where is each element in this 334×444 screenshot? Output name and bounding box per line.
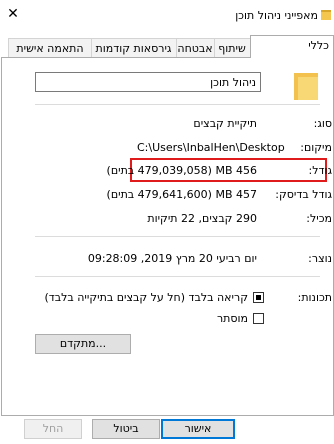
created-value: יום רביעי 20 מרץ 2019, 09:28:09: [87, 252, 257, 265]
tab-strip: שיתוף אבטחה גירסאות קודמות התאמה אישית כ…: [0, 34, 334, 58]
contains-label: מכיל:: [306, 212, 332, 225]
size-on-disk-value: 457 MB (479,641,600 בתים): [106, 188, 257, 201]
readonly-checkbox[interactable]: [253, 292, 264, 303]
size-on-disk-label: גודל בדיסק:: [275, 188, 332, 201]
created-label: נוצר:: [308, 252, 332, 265]
type-label: סוג:: [313, 117, 332, 130]
apply-button[interactable]: החל: [24, 419, 82, 439]
ok-button[interactable]: אישור: [161, 419, 235, 439]
size-label: גודל:: [308, 164, 333, 177]
attributes-label: תכונות:: [297, 291, 332, 304]
advanced-button[interactable]: מתקדם...: [35, 334, 131, 354]
separator: [35, 236, 320, 237]
window-title: מאפייני ניהול תוכן: [235, 9, 318, 22]
size-value: 456 MB (479,039,058 בתים): [106, 164, 257, 177]
folder-name-input[interactable]: ניהול תוכן: [35, 72, 261, 92]
tab-general[interactable]: כללי: [250, 35, 334, 58]
hidden-checkbox[interactable]: [253, 313, 264, 324]
tab-customize[interactable]: התאמה אישית: [8, 38, 92, 58]
tab-sharing[interactable]: שיתוף: [213, 38, 251, 58]
cancel-button[interactable]: ביטול: [92, 419, 160, 439]
type-value: תיקיית קבצים: [193, 117, 257, 130]
separator: [35, 276, 320, 277]
tab-previous-versions[interactable]: גירסאות קודמות: [90, 38, 177, 58]
folder-icon-large: [294, 73, 318, 100]
tab-security[interactable]: אבטחה: [175, 38, 215, 58]
hidden-label[interactable]: מוסתר: [217, 312, 248, 325]
readonly-label[interactable]: קריאה בלבד (חל על קבצים בתיקייה בלבד): [44, 291, 248, 304]
close-icon[interactable]: ✕: [3, 4, 23, 24]
separator: [35, 104, 320, 105]
folder-icon: [321, 10, 331, 20]
location-value: C:\Users\InbalHen\Desktop: [137, 141, 285, 154]
contains-value: 290 קבצים, 22 תיקיות: [147, 212, 257, 225]
